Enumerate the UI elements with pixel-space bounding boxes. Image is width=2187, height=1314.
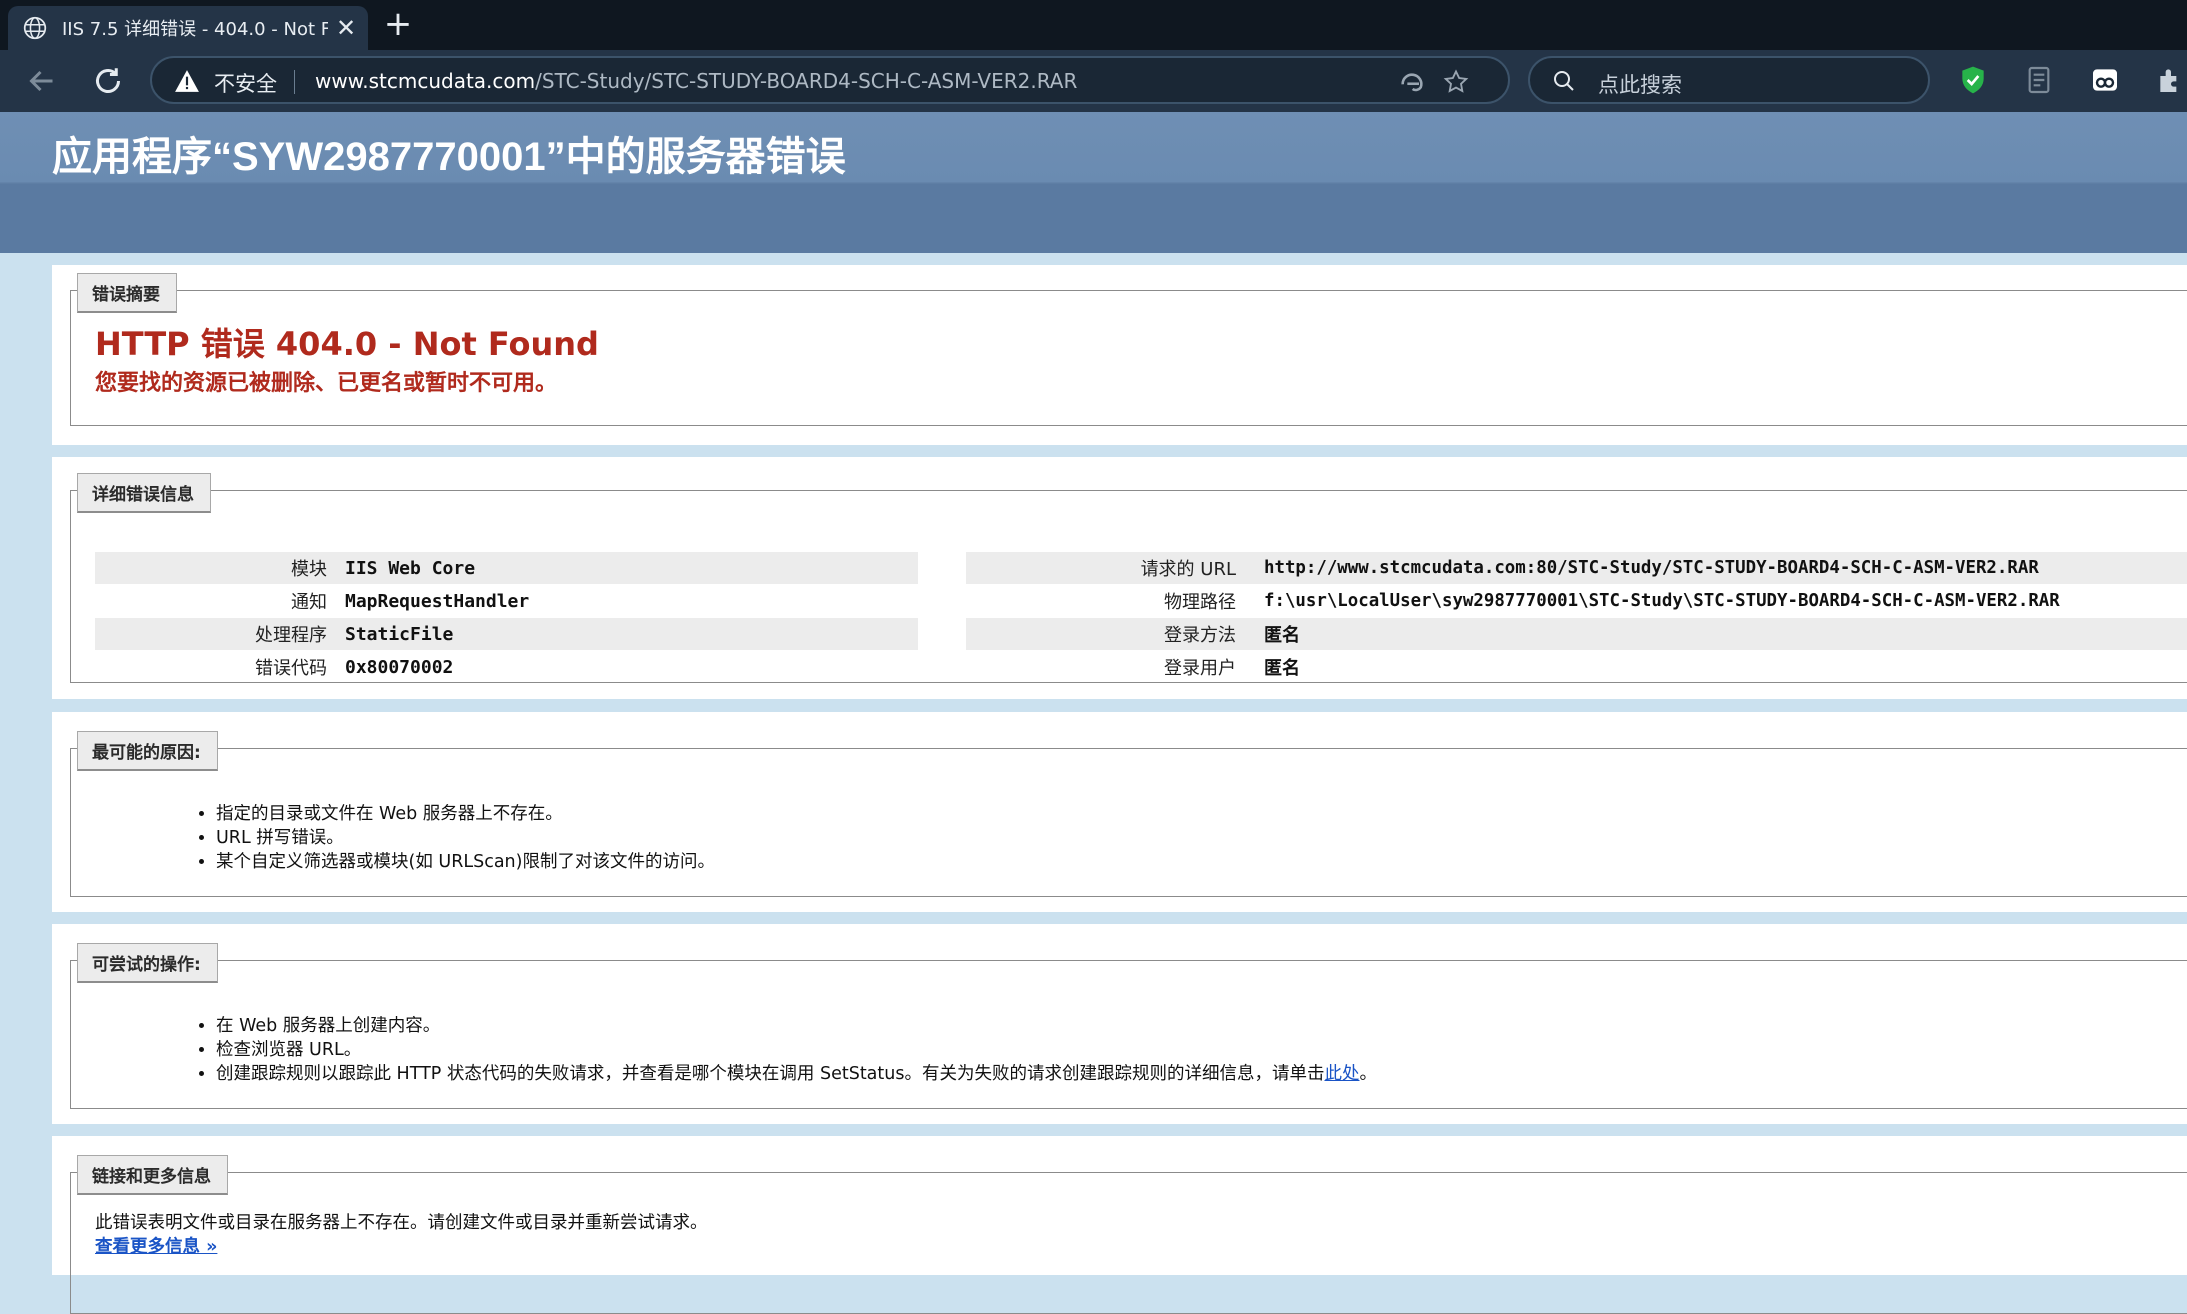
actions-box: 可尝试的操作: 在 Web 服务器上创建内容。 检查浏览器 URL。 创建跟踪规…	[70, 943, 2187, 1109]
trace-text: 创建跟踪规则以跟踪此 HTTP 状态代码的失败请求，并查看是哪个模块在调用 Se…	[216, 1064, 1325, 1084]
summary-box: 错误摘要 HTTP 错误 404.0 - Not Found 您要找的资源已被删…	[70, 273, 2187, 426]
page-header: 应用程序“SYW2987770001”中的服务器错误	[0, 112, 2187, 253]
detail-value: f:\usr\LocalUser\syw2987770001\STC-Study…	[1264, 591, 2060, 611]
globe-icon	[23, 16, 47, 40]
list-item: 指定的目录或文件在 Web 服务器上不存在。	[216, 802, 715, 826]
trace-rule-link[interactable]: 此处	[1324, 1064, 1359, 1084]
close-tab-icon[interactable]: ✕	[336, 14, 356, 42]
url-text[interactable]: www.stcmcudata.com/STC-Study/STC-STUDY-B…	[315, 69, 1077, 93]
more-info-link[interactable]: 查看更多信息 »	[95, 1233, 217, 1258]
list-item: 某个自定义筛选器或模块(如 URLScan)限制了对该文件的访问。	[216, 850, 715, 874]
detail-value: IIS Web Core	[345, 557, 476, 579]
detail-row-physical-path: 物理路径 f:\usr\LocalUser\syw2987770001\STC-…	[966, 585, 2187, 617]
back-icon[interactable]	[24, 63, 60, 99]
detail-value: MapRequestHandler	[345, 590, 530, 612]
error-title: HTTP 错误 404.0 - Not Found	[95, 325, 599, 363]
detail-row-handler: 处理程序 StaticFile	[95, 618, 918, 650]
url-path: /STC-Study/STC-STUDY-BOARD4-SCH-C-ASM-VE…	[535, 69, 1078, 93]
summary-panel: 错误摘要 HTTP 错误 404.0 - Not Found 您要找的资源已被删…	[52, 265, 2187, 445]
detail-label: 请求的 URL	[1140, 559, 1236, 580]
detail-value: http://www.stcmcudata.com:80/STC-Study/S…	[1264, 558, 2039, 578]
links-panel: 链接和更多信息 此错误表明文件或目录在服务器上不存在。请创建文件或目录并重新尝试…	[52, 1136, 2187, 1314]
causes-box: 最可能的原因: 指定的目录或文件在 Web 服务器上不存在。 URL 拼写错误。…	[70, 731, 2187, 897]
detail-row-requested-url: 请求的 URL http://www.stcmcudata.com:80/STC…	[966, 552, 2187, 584]
links-text: 此错误表明文件或目录在服务器上不存在。请创建文件或目录并重新尝试请求。	[95, 1213, 708, 1233]
detail-value: 匿名	[1264, 625, 1300, 646]
list-item: 在 Web 服务器上创建内容。	[216, 1014, 1377, 1038]
detail-label: 通知	[291, 592, 327, 613]
reading-list-icon[interactable]	[2023, 64, 2055, 96]
security-label[interactable]: 不安全	[214, 68, 277, 98]
detail-label: 登录方法	[1164, 625, 1236, 646]
browser-toolbar: 不安全 www.stcmcudata.com/STC-Study/STC-STU…	[0, 50, 2187, 112]
details-legend: 详细错误信息	[77, 473, 211, 513]
detail-label: 处理程序	[255, 625, 327, 646]
page-title: 应用程序“SYW2987770001”中的服务器错误	[52, 135, 846, 179]
search-placeholder: 点此搜索	[1598, 73, 1682, 97]
tab-strip: IIS 7.5 详细错误 - 404.0 - Not Found ✕ +	[0, 0, 2187, 50]
summary-legend: 错误摘要	[77, 273, 177, 313]
new-tab-button[interactable]: +	[380, 6, 416, 42]
detail-label: 错误代码	[255, 658, 327, 679]
actions-list: 在 Web 服务器上创建内容。 检查浏览器 URL。 创建跟踪规则以跟踪此 HT…	[216, 1014, 1377, 1086]
shield-icon[interactable]	[1957, 64, 1989, 96]
reload-icon[interactable]	[90, 63, 126, 99]
puzzle-icon[interactable]	[2155, 64, 2187, 96]
detail-row-module: 模块 IIS Web Core	[95, 552, 918, 584]
trace-end: 。	[1359, 1064, 1377, 1084]
address-separator	[294, 70, 295, 94]
detail-row-logon-user: 登录用户 匿名	[966, 651, 2187, 683]
links-legend: 链接和更多信息	[77, 1155, 228, 1195]
causes-panel: 最可能的原因: 指定的目录或文件在 Web 服务器上不存在。 URL 拼写错误。…	[52, 712, 2187, 912]
extension-icon[interactable]	[2089, 64, 2121, 96]
url-host: www.stcmcudata.com	[315, 69, 536, 93]
browser-tab[interactable]: IIS 7.5 详细错误 - 404.0 - Not Found ✕	[8, 6, 368, 50]
causes-list: 指定的目录或文件在 Web 服务器上不存在。 URL 拼写错误。 某个自定义筛选…	[216, 802, 715, 874]
header-band	[0, 184, 2187, 253]
links-box: 链接和更多信息 此错误表明文件或目录在服务器上不存在。请创建文件或目录并重新尝试…	[70, 1155, 2187, 1314]
edge-compat-icon[interactable]	[1398, 68, 1426, 96]
detail-label: 登录用户	[1164, 658, 1236, 679]
list-item: 检查浏览器 URL。	[216, 1038, 1377, 1062]
list-item: 创建跟踪规则以跟踪此 HTTP 状态代码的失败请求，并查看是哪个模块在调用 Se…	[216, 1062, 1377, 1086]
details-panel: 详细错误信息 模块 IIS Web Core 通知 MapRequestHand…	[52, 457, 2187, 699]
detail-row-error-code: 错误代码 0x80070002	[95, 651, 918, 683]
address-bar[interactable]: 不安全 www.stcmcudata.com/STC-Study/STC-STU…	[150, 56, 1510, 104]
warning-icon[interactable]	[174, 69, 200, 93]
causes-legend: 最可能的原因:	[77, 731, 218, 771]
detail-label: 模块	[291, 559, 327, 580]
detail-value: 0x80070002	[345, 656, 454, 678]
search-icon	[1554, 71, 1574, 91]
details-box: 详细错误信息 模块 IIS Web Core 通知 MapRequestHand…	[70, 473, 2187, 683]
detail-value: 匿名	[1264, 658, 1300, 679]
star-icon[interactable]	[1442, 68, 1470, 96]
actions-panel: 可尝试的操作: 在 Web 服务器上创建内容。 检查浏览器 URL。 创建跟踪规…	[52, 924, 2187, 1124]
detail-row-logon-method: 登录方法 匿名	[966, 618, 2187, 650]
search-box[interactable]: 点此搜索	[1528, 56, 1930, 104]
detail-value: StaticFile	[345, 623, 454, 645]
detail-label: 物理路径	[1164, 592, 1236, 613]
list-item: URL 拼写错误。	[216, 826, 715, 850]
actions-legend: 可尝试的操作:	[77, 943, 218, 983]
error-message: 您要找的资源已被删除、已更名或暂时不可用。	[95, 371, 558, 396]
detail-row-notification: 通知 MapRequestHandler	[95, 585, 918, 617]
tab-title: IIS 7.5 详细错误 - 404.0 - Not Found	[62, 19, 328, 40]
